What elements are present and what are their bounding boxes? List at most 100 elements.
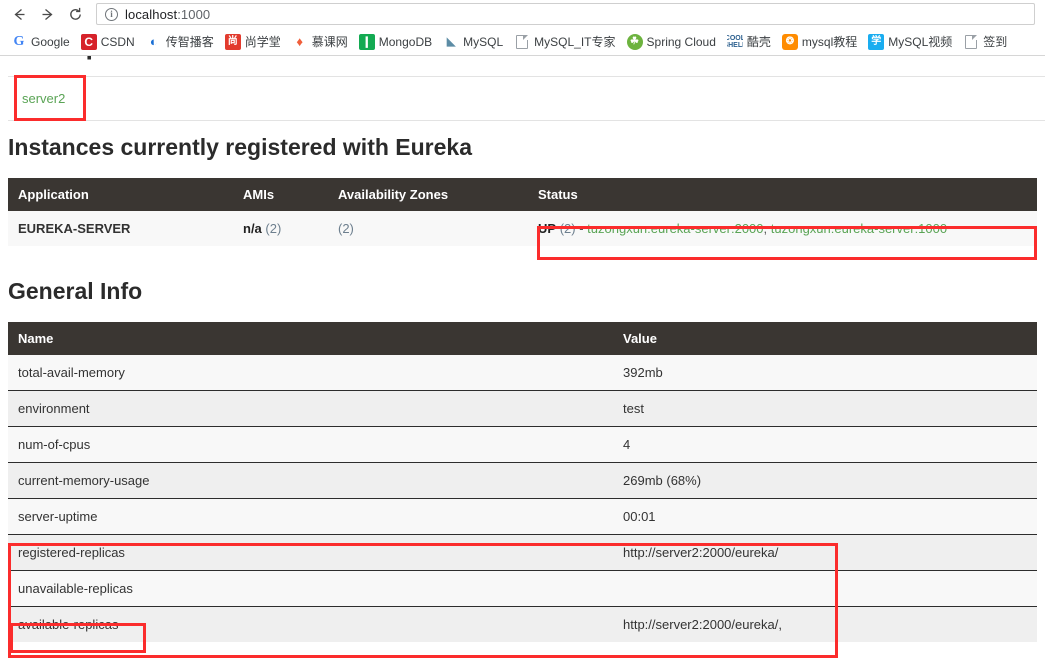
cell-value: 392mb xyxy=(613,355,1037,391)
mongodb-icon: ❙ xyxy=(359,34,375,50)
bookmark-label: 传智播客 xyxy=(166,33,214,50)
instances-table: Application AMIs Availability Zones Stat… xyxy=(8,178,1037,246)
bookmark-mysql-video[interactable]: 学 MySQL视频 xyxy=(863,31,957,52)
table-row: server-uptime 00:01 xyxy=(8,499,1037,535)
chuanzhi-icon: ◐ xyxy=(146,34,162,50)
general-info-table-wrap: Name Value total-avail-memory 392mb envi… xyxy=(8,322,1037,642)
browser-chrome: i localhost:1000 G Google C CSDN ◐ 传智播客 … xyxy=(0,0,1045,56)
zones-count-link[interactable]: (2) xyxy=(338,221,354,236)
column-header-value: Value xyxy=(613,322,1037,355)
instances-table-wrap: Application AMIs Availability Zones Stat… xyxy=(8,178,1037,246)
bookmark-mysql[interactable]: ◣ MySQL xyxy=(438,32,508,52)
cell-application: EUREKA-SERVER xyxy=(8,211,233,246)
cell-name: total-avail-memory xyxy=(8,355,613,391)
status-instance-link-2[interactable]: tuzongxun:eureka-server:1000 xyxy=(771,221,947,236)
cell-name: current-memory-usage xyxy=(8,463,613,499)
google-icon: G xyxy=(11,34,27,50)
cell-value: 269mb (68%) xyxy=(613,463,1037,499)
bookmark-csdn[interactable]: C CSDN xyxy=(76,32,140,52)
cell-amis: n/a (2) xyxy=(233,211,328,246)
cell-value: http://server2:2000/eureka/, xyxy=(613,607,1037,643)
reload-button[interactable] xyxy=(62,2,88,26)
site-info-icon[interactable]: i xyxy=(105,8,118,21)
general-info-section-title: General Info xyxy=(8,278,142,305)
bookmark-shangxuetang[interactable]: 尚 尚学堂 xyxy=(220,31,286,52)
bookmark-qiandao[interactable]: 签到 xyxy=(958,31,1012,52)
cell-value: test xyxy=(613,391,1037,427)
bookmark-label: Google xyxy=(31,35,70,49)
bookmark-imooc[interactable]: ♦ 慕课网 xyxy=(287,31,353,52)
column-header-availability-zones: Availability Zones xyxy=(328,178,528,211)
column-header-name: Name xyxy=(8,322,613,355)
bookmark-label: CSDN xyxy=(101,35,135,49)
bookmark-label: 酷壳 xyxy=(747,33,771,50)
bookmark-mysql-it-expert[interactable]: MySQL_IT专家 xyxy=(509,31,620,52)
status-instance-link-1[interactable]: tuzongxun:eureka-server:2000 xyxy=(587,221,763,236)
browser-toolbar: i localhost:1000 xyxy=(0,0,1045,28)
cell-availability-zones: (2) xyxy=(328,211,528,246)
csdn-icon: C xyxy=(81,34,97,50)
table-row: EUREKA-SERVER n/a (2) (2) UP (2) - tu xyxy=(8,211,1037,246)
table-row: total-avail-memory 392mb xyxy=(8,355,1037,391)
status-separator: - xyxy=(579,221,583,236)
forward-button[interactable] xyxy=(34,2,60,26)
table-row: current-memory-usage 269mb (68%) xyxy=(8,463,1037,499)
status-state: UP xyxy=(538,221,556,236)
address-bar[interactable]: i localhost:1000 xyxy=(96,3,1035,25)
bookmark-spring-cloud[interactable]: ☘ Spring Cloud xyxy=(622,32,721,52)
table-row: num-of-cpus 4 xyxy=(8,427,1037,463)
table-row: environment test xyxy=(8,391,1037,427)
document-icon xyxy=(963,34,979,50)
cell-value xyxy=(613,571,1037,607)
table-header-row: Application AMIs Availability Zones Stat… xyxy=(8,178,1037,211)
bookmark-label: 慕课网 xyxy=(312,33,348,50)
bookmark-label: Spring Cloud xyxy=(647,35,716,49)
bookmark-label: 签到 xyxy=(983,33,1007,50)
eureka-dashboard-page: DS Replicas server2 Instances currently … xyxy=(0,56,1045,658)
amis-count-link[interactable]: (2) xyxy=(265,221,281,236)
replica-link-server2[interactable]: server2 xyxy=(22,91,65,106)
bookmark-label: MySQL xyxy=(463,35,503,49)
back-button[interactable] xyxy=(6,2,32,26)
bookmark-mongodb[interactable]: ❙ MongoDB xyxy=(354,32,437,52)
bookmark-label: mysql教程 xyxy=(802,33,857,50)
ds-replicas-heading: DS Replicas xyxy=(0,56,400,69)
bookmarks-bar: G Google C CSDN ◐ 传智播客 尚 尚学堂 ♦ 慕课网 ❙ Mon… xyxy=(0,28,1045,55)
table-row: available-replicas http://server2:2000/e… xyxy=(8,607,1037,643)
url-text: localhost:1000 xyxy=(125,7,210,22)
cell-name: num-of-cpus xyxy=(8,427,613,463)
url-host: localhost xyxy=(125,7,177,22)
bookmark-label: MySQL视频 xyxy=(888,33,952,50)
amis-value: n/a xyxy=(243,221,262,236)
general-info-table: Name Value total-avail-memory 392mb envi… xyxy=(8,322,1037,642)
bookmark-label: MySQL_IT专家 xyxy=(534,33,615,50)
bookmark-google[interactable]: G Google xyxy=(6,32,75,52)
mysql-video-icon: 学 xyxy=(868,34,884,50)
bookmark-label: MongoDB xyxy=(379,35,432,49)
table-row: unavailable-replicas xyxy=(8,571,1037,607)
bookmark-label: 尚学堂 xyxy=(245,33,281,50)
bookmark-mysql-tutorial[interactable]: ❂ mysql教程 xyxy=(777,31,862,52)
cell-value: 00:01 xyxy=(613,499,1037,535)
column-header-status: Status xyxy=(528,178,1037,211)
cell-value: 4 xyxy=(613,427,1037,463)
ds-replicas-box: server2 xyxy=(8,76,1045,121)
cell-status: UP (2) - tuzongxun:eureka-server:2000, t… xyxy=(528,211,1037,246)
column-header-application: Application xyxy=(8,178,233,211)
bookmark-coolshell[interactable]: COOLSHELL 酷壳 xyxy=(722,31,776,52)
document-icon xyxy=(514,34,530,50)
imooc-icon: ♦ xyxy=(292,34,308,50)
status-link-separator: , xyxy=(764,221,768,236)
status-count-link[interactable]: (2) xyxy=(560,221,576,236)
instances-section-title: Instances currently registered with Eure… xyxy=(8,134,472,161)
url-port: :1000 xyxy=(177,7,210,22)
bookmark-chuanzhiboke[interactable]: ◐ 传智播客 xyxy=(141,31,219,52)
mysql-tutorial-icon: ❂ xyxy=(782,34,798,50)
shangxuetang-icon: 尚 xyxy=(225,34,241,50)
cell-value: http://server2:2000/eureka/ xyxy=(613,535,1037,571)
cell-name: available-replicas xyxy=(8,607,613,643)
cell-name: registered-replicas xyxy=(8,535,613,571)
coolshell-icon: COOLSHELL xyxy=(727,34,743,50)
cell-name: environment xyxy=(8,391,613,427)
mysql-icon: ◣ xyxy=(443,34,459,50)
